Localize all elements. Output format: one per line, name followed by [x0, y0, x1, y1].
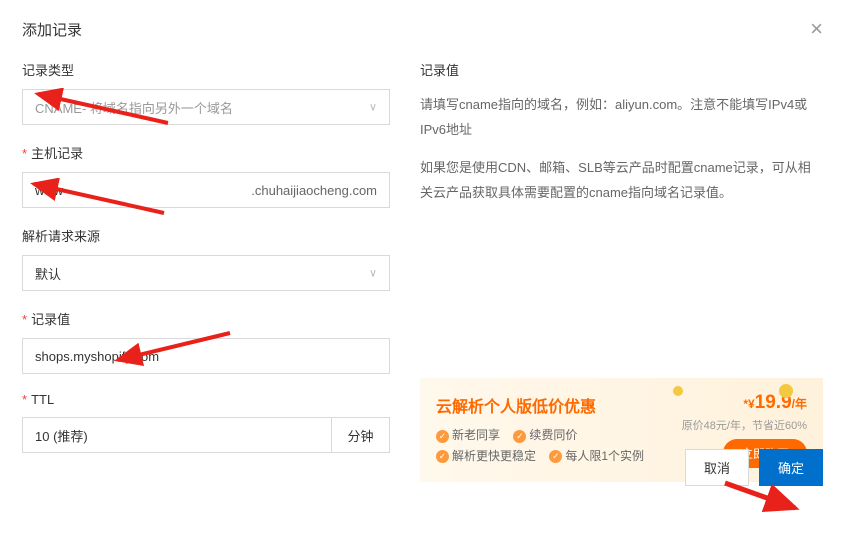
promo-feature: ✓解析更快更稳定	[436, 446, 536, 466]
host-record-input-wrap[interactable]: .chuhaijiaocheng.com	[22, 172, 390, 208]
chevron-down-icon: ∨	[369, 101, 377, 114]
check-icon: ✓	[436, 450, 449, 463]
decoration-circle	[779, 384, 793, 398]
record-type-select[interactable]: CNAME- 将域名指向另外一个域名 ∨	[22, 89, 390, 125]
promo-subtext: 原价48元/年，节省近60%	[682, 417, 807, 433]
add-record-dialog: 添加记录 × 记录类型 CNAME- 将域名指向另外一个域名 ∨ 主机记录 .c…	[0, 0, 845, 500]
confirm-button[interactable]: 确定	[759, 449, 823, 486]
domain-suffix: .chuhaijiaocheng.com	[251, 183, 377, 198]
record-value-text: shops.myshopify.com	[35, 349, 159, 364]
host-record-label: 主机记录	[22, 143, 390, 162]
record-type-label: 记录类型	[22, 60, 390, 79]
cancel-button[interactable]: 取消	[685, 449, 749, 486]
field-request-source: 解析请求来源 默认 ∨	[22, 226, 390, 291]
dialog-title: 添加记录	[22, 19, 82, 40]
help-column: 记录值 请填写cname指向的域名，例如：aliyun.com。注意不能填写IP…	[414, 60, 823, 482]
field-ttl: TTL 10 (推荐) 分钟	[22, 392, 390, 453]
record-value-input[interactable]: shops.myshopify.com	[22, 338, 390, 374]
request-source-label: 解析请求来源	[22, 226, 390, 245]
help-desc-2: 如果您是使用CDN、邮箱、SLB等云产品时配置cname记录，可从相关云产品获取…	[420, 156, 823, 205]
promo-feature: ✓每人限1个实例	[549, 446, 644, 466]
form-column: 记录类型 CNAME- 将域名指向另外一个域名 ∨ 主机记录 .chuhaiji…	[22, 60, 390, 482]
host-record-input[interactable]	[35, 183, 251, 198]
help-title: 记录值	[420, 60, 823, 79]
ttl-row: 10 (推荐) 分钟	[22, 417, 390, 453]
ttl-unit-select[interactable]: 分钟	[332, 417, 390, 453]
field-record-type: 记录类型 CNAME- 将域名指向另外一个域名 ∨	[22, 60, 390, 125]
request-source-select[interactable]: 默认 ∨	[22, 255, 390, 291]
dialog-content: 记录类型 CNAME- 将域名指向另外一个域名 ∨ 主机记录 .chuhaiji…	[22, 60, 823, 482]
promo-left: 云解析个人版低价优惠 ✓新老同享 ✓续费同价 ✓解析更快更稳定 ✓每人限1个实例	[436, 393, 682, 466]
field-host-record: 主机记录 .chuhaijiaocheng.com	[22, 143, 390, 208]
ttl-value: 10 (推荐)	[35, 426, 88, 445]
ttl-select[interactable]: 10 (推荐)	[22, 417, 332, 453]
promo-title: 云解析个人版低价优惠	[436, 393, 682, 417]
promo-feature: ✓续费同价	[513, 425, 577, 445]
close-icon[interactable]: ×	[810, 18, 823, 40]
dialog-footer: 取消 确定	[685, 449, 823, 486]
check-icon: ✓	[436, 430, 449, 443]
dialog-header: 添加记录 ×	[22, 18, 823, 40]
check-icon: ✓	[549, 450, 562, 463]
ttl-unit-value: 分钟	[347, 426, 373, 445]
record-type-value: CNAME- 将域名指向另外一个域名	[35, 98, 233, 117]
field-record-value: 记录值 shops.myshopify.com	[22, 309, 390, 374]
record-value-label: 记录值	[22, 309, 390, 328]
decoration-circle	[673, 386, 683, 396]
request-source-value: 默认	[35, 264, 61, 283]
chevron-down-icon: ∨	[369, 267, 377, 280]
check-icon: ✓	[513, 430, 526, 443]
ttl-label: TTL	[22, 392, 390, 407]
promo-feature: ✓新老同享	[436, 425, 500, 445]
help-desc-1: 请填写cname指向的域名，例如：aliyun.com。注意不能填写IPv4或I…	[420, 93, 823, 142]
promo-features: ✓新老同享 ✓续费同价 ✓解析更快更稳定 ✓每人限1个实例	[436, 425, 682, 466]
